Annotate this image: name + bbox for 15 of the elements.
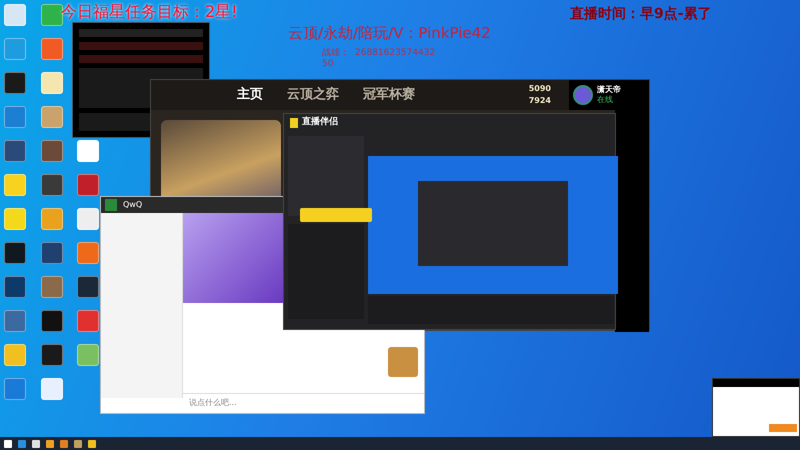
nav-tab[interactable]: 云顶之弈 (281, 85, 345, 105)
channel-name: QwQ (123, 199, 142, 211)
message-input[interactable]: 说点什么吧... (189, 396, 389, 408)
currency-amount: 7924 (528, 95, 551, 107)
id-value: 26881623574432 (355, 48, 436, 59)
player-status: 在线 (597, 95, 614, 105)
id-label: 战雄： (322, 48, 349, 59)
app-title: 直播伴侣 (302, 116, 338, 130)
schedule-text: 直播时间：早9点-累了 (570, 5, 712, 24)
id-suffix: 50 (322, 59, 334, 70)
services-text: 云顶/永劫/陪玩/V：PinkPie42 (288, 23, 491, 44)
player-name: 潇天帝 (597, 85, 621, 95)
currency-amount: 5090 (528, 83, 551, 95)
nav-tab[interactable]: 主页 (231, 85, 269, 105)
nav-tab[interactable]: 冠军杯赛 (357, 85, 421, 105)
